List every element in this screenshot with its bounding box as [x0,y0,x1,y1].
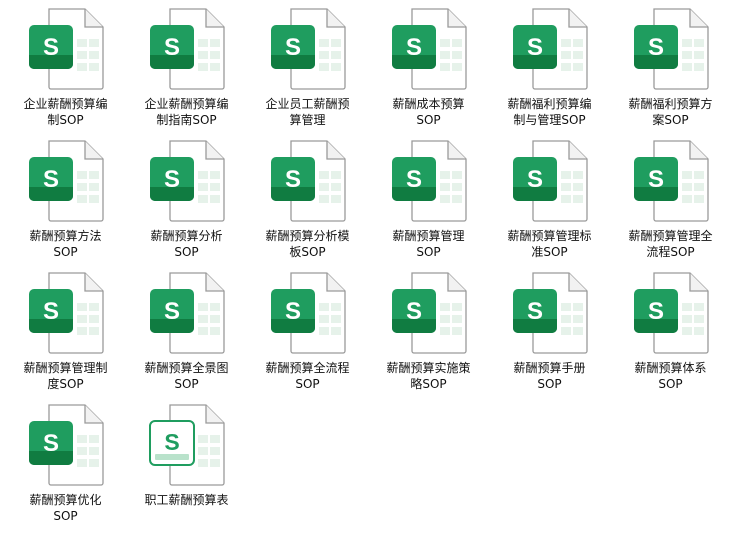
file-item-14[interactable]: S 薪酬预算全景图 SOP [126,271,247,403]
svg-text:S: S [42,298,58,325]
file-item-19[interactable]: S 薪酬预算优化 SOP [5,403,126,535]
svg-text:S: S [647,298,663,325]
svg-text:S: S [163,166,179,193]
spreadsheet-file-icon: S [633,272,709,354]
spreadsheet-file-icon: S [270,8,346,90]
svg-text:S: S [284,166,300,193]
spreadsheet-file-icon: S [28,8,104,90]
svg-text:S: S [647,34,663,61]
svg-text:S: S [526,34,542,61]
file-name-label: 薪酬预算分析 SOP [150,229,223,259]
file-item-18[interactable]: S 薪酬预算体系 SOP [610,271,731,403]
svg-text:S: S [405,34,421,61]
spreadsheet-file-icon: S [270,140,346,222]
spreadsheet-file-icon: S [512,272,588,354]
file-name-label: 薪酬预算管理全 流程SOP [628,229,713,259]
file-item-20[interactable]: S 职工薪酬预算表 [126,403,247,535]
svg-text:S: S [164,429,179,455]
file-name-label: 企业薪酬预算编 制指南SOP [144,97,229,127]
file-item-8[interactable]: S 薪酬预算分析 SOP [126,139,247,271]
file-name-label: 薪酬预算管理 SOP [392,229,465,259]
file-item-11[interactable]: S 薪酬预算管理标 准SOP [489,139,610,271]
file-item-6[interactable]: S 薪酬福利预算方 案SOP [610,7,731,139]
file-item-7[interactable]: S 薪酬预算方法 SOP [5,139,126,271]
file-name-label: 薪酬预算全流程 SOP [265,361,350,391]
svg-text:S: S [42,34,58,61]
file-name-label: 职工薪酬预算表 [144,493,229,507]
file-name-label: 薪酬预算全景图 SOP [144,361,229,391]
file-name-label: 企业员工薪酬预 算管理 [265,97,350,127]
spreadsheet-file-icon: S [28,272,104,354]
file-name-label: 薪酬预算实施策 略SOP [386,361,471,391]
file-item-15[interactable]: S 薪酬预算全流程 SOP [247,271,368,403]
spreadsheet-file-icon: S [270,272,346,354]
file-name-label: 薪酬预算体系 SOP [634,361,707,391]
file-name-label: 企业薪酬预算编 制SOP [23,97,108,127]
file-item-17[interactable]: S 薪酬预算手册 SOP [489,271,610,403]
file-item-9[interactable]: S 薪酬预算分析模 板SOP [247,139,368,271]
svg-text:S: S [42,430,58,457]
spreadsheet-file-icon: S [633,140,709,222]
file-item-4[interactable]: S 薪酬成本预算 SOP [368,7,489,139]
file-item-2[interactable]: S 企业薪酬预算编 制指南SOP [126,7,247,139]
file-item-3[interactable]: S 企业员工薪酬预 算管理 [247,7,368,139]
svg-text:S: S [163,298,179,325]
spreadsheet-file-icon: S [512,140,588,222]
spreadsheet-file-icon: S [149,272,225,354]
spreadsheet-file-icon: S [391,8,467,90]
svg-text:S: S [405,166,421,193]
file-name-label: 薪酬福利预算方 案SOP [628,97,713,127]
spreadsheet-file-icon: S [149,140,225,222]
file-item-1[interactable]: S 企业薪酬预算编 制SOP [5,7,126,139]
file-name-label: 薪酬预算分析模 板SOP [265,229,350,259]
svg-text:S: S [284,34,300,61]
file-name-label: 薪酬福利预算编 制与管理SOP [507,97,592,127]
file-item-13[interactable]: S 薪酬预算管理制 度SOP [5,271,126,403]
spreadsheet-file-icon: S [148,404,225,486]
spreadsheet-file-icon: S [28,140,104,222]
file-item-10[interactable]: S 薪酬预算管理 SOP [368,139,489,271]
svg-text:S: S [526,298,542,325]
svg-text:S: S [42,166,58,193]
file-name-label: 薪酬成本预算 SOP [392,97,465,127]
file-item-5[interactable]: S 薪酬福利预算编 制与管理SOP [489,7,610,139]
spreadsheet-file-icon: S [512,8,588,90]
file-name-label: 薪酬预算方法 SOP [29,229,102,259]
svg-text:S: S [647,166,663,193]
svg-text:S: S [163,34,179,61]
svg-text:S: S [284,298,300,325]
file-grid: S 企业薪酬预算编 制SOP S 企业薪酬预算编 制指南SOP S 企业员工薪酬… [5,7,731,535]
spreadsheet-file-icon: S [391,140,467,222]
spreadsheet-file-icon: S [391,272,467,354]
file-item-16[interactable]: S 薪酬预算实施策 略SOP [368,271,489,403]
file-name-label: 薪酬预算手册 SOP [513,361,586,391]
file-item-12[interactable]: S 薪酬预算管理全 流程SOP [610,139,731,271]
spreadsheet-file-icon: S [28,404,104,486]
spreadsheet-file-icon: S [149,8,225,90]
file-name-label: 薪酬预算优化 SOP [29,493,102,523]
svg-text:S: S [526,166,542,193]
spreadsheet-file-icon: S [633,8,709,90]
file-name-label: 薪酬预算管理制 度SOP [23,361,108,391]
file-name-label: 薪酬预算管理标 准SOP [507,229,592,259]
svg-text:S: S [405,298,421,325]
